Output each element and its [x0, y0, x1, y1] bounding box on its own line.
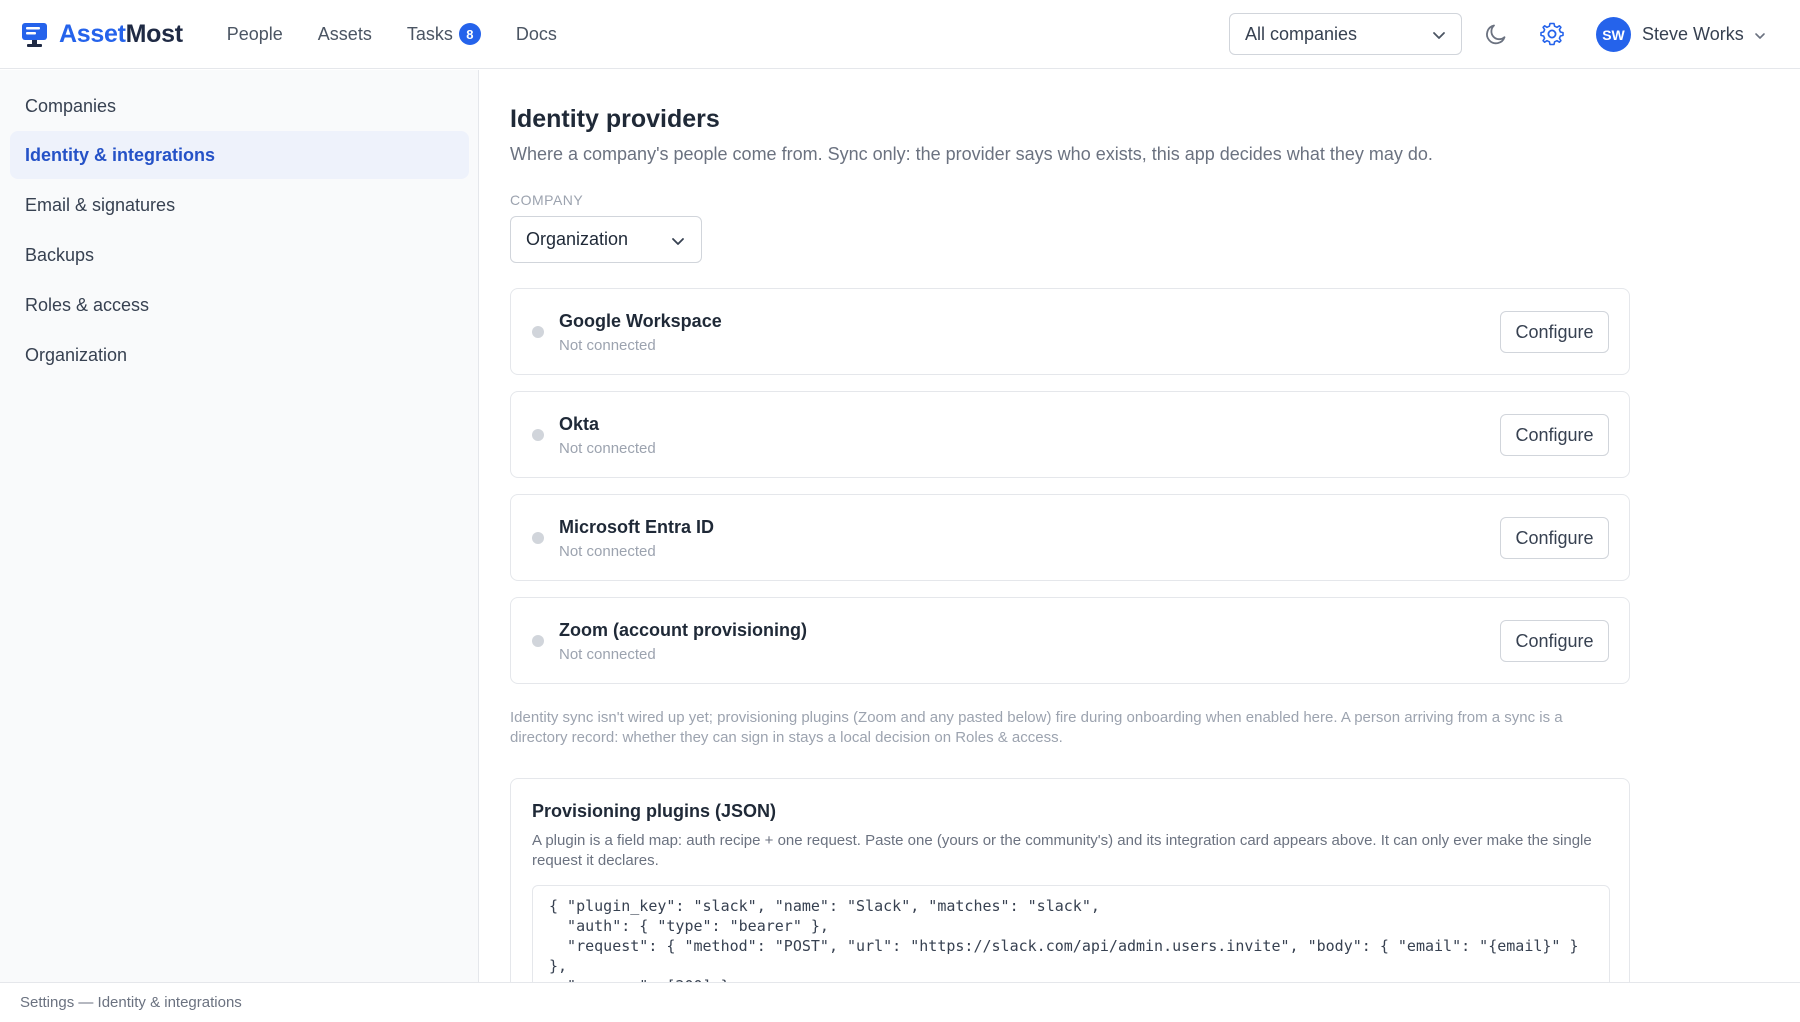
configure-button[interactable]: Configure: [1500, 311, 1609, 353]
company-switcher-value: All companies: [1245, 23, 1358, 44]
main-content: Identity providers Where a company's peo…: [480, 70, 1800, 982]
nav-docs[interactable]: Docs: [516, 24, 557, 45]
company-select-value: Organization: [526, 229, 629, 249]
sidebar-item-identity-integrations[interactable]: Identity & integrations: [10, 131, 469, 179]
nav-people[interactable]: People: [227, 24, 283, 45]
company-switcher[interactable]: All companies: [1229, 13, 1462, 55]
provider-name: Zoom (account provisioning): [559, 620, 807, 640]
configure-button[interactable]: Configure: [1500, 517, 1609, 559]
nav-assets[interactable]: Assets: [318, 24, 372, 45]
sidebar-item-backups[interactable]: Backups: [10, 231, 469, 279]
app-name: AssetMost: [59, 19, 183, 48]
provider-status: Not connected: [559, 646, 656, 663]
provider-name: Google Workspace: [559, 311, 722, 331]
sidebar-item-organization[interactable]: Organization: [10, 331, 469, 379]
chevron-down-icon: [672, 238, 684, 245]
page-title: Identity providers: [510, 105, 720, 133]
monitor-logo-icon: [22, 22, 47, 47]
status-dot: [532, 429, 544, 441]
plugins-title: Provisioning plugins (JSON): [532, 801, 777, 821]
provider-status: Not connected: [559, 440, 656, 457]
provider-card-google-workspace: Google Workspace Not connected Configure: [510, 288, 1630, 375]
provider-card-okta: Okta Not connected Configure: [510, 391, 1630, 478]
provider-card-microsoft-entra-id: Microsoft Entra ID Not connected Configu…: [510, 494, 1630, 581]
plugins-json-editor[interactable]: { "plugin_key": "slack", "name": "Slack"…: [532, 885, 1610, 982]
nav-tasks[interactable]: Tasks 8: [407, 23, 481, 45]
user-avatar[interactable]: SW: [1596, 17, 1631, 52]
sidebar-item-companies[interactable]: Companies: [10, 82, 469, 130]
app-logo[interactable]: AssetMost: [21, 20, 183, 49]
gear-icon[interactable]: [1539, 21, 1565, 47]
status-dot: [532, 635, 544, 647]
company-field-label: COMPANY: [510, 192, 584, 208]
provider-name: Microsoft Entra ID: [559, 517, 715, 537]
user-menu-chevron-icon[interactable]: [1753, 29, 1767, 43]
sidebar-item-roles-access[interactable]: Roles & access: [10, 281, 469, 329]
main-nav: People Assets Tasks 8 Docs: [227, 23, 592, 45]
plugins-description: A plugin is a field map: auth recipe + o…: [532, 832, 1592, 869]
provider-card-zoom: Zoom (account provisioning) Not connecte…: [510, 597, 1630, 684]
user-name[interactable]: Steve Works: [1642, 24, 1744, 45]
provisioning-plugins-card: Provisioning plugins (JSON) A plugin is …: [510, 778, 1630, 982]
settings-sidebar: Companies Identity & integrations Email …: [0, 70, 479, 982]
identity-sync-note: Identity sync isn't wired up yet; provis…: [510, 709, 1563, 746]
status-dot: [532, 326, 544, 338]
breadcrumb: Settings — Identity & integrations: [20, 994, 242, 1011]
configure-button[interactable]: Configure: [1500, 414, 1609, 456]
sidebar-item-email-signatures[interactable]: Email & signatures: [10, 181, 469, 229]
provider-name: Okta: [559, 414, 600, 434]
moon-icon[interactable]: [1484, 21, 1510, 47]
provider-status: Not connected: [559, 337, 656, 354]
company-select[interactable]: Organization: [510, 216, 702, 263]
page-subtitle: Where a company's people come from. Sync…: [510, 144, 1433, 164]
status-bar: Settings — Identity & integrations: [0, 982, 1800, 1022]
tasks-count-badge: 8: [458, 23, 481, 45]
status-dot: [532, 532, 544, 544]
chevron-down-icon: [1433, 32, 1445, 39]
top-bar: AssetMost People Assets Tasks 8 Docs All …: [0, 0, 1800, 69]
configure-button[interactable]: Configure: [1500, 620, 1609, 662]
provider-status: Not connected: [559, 543, 656, 560]
